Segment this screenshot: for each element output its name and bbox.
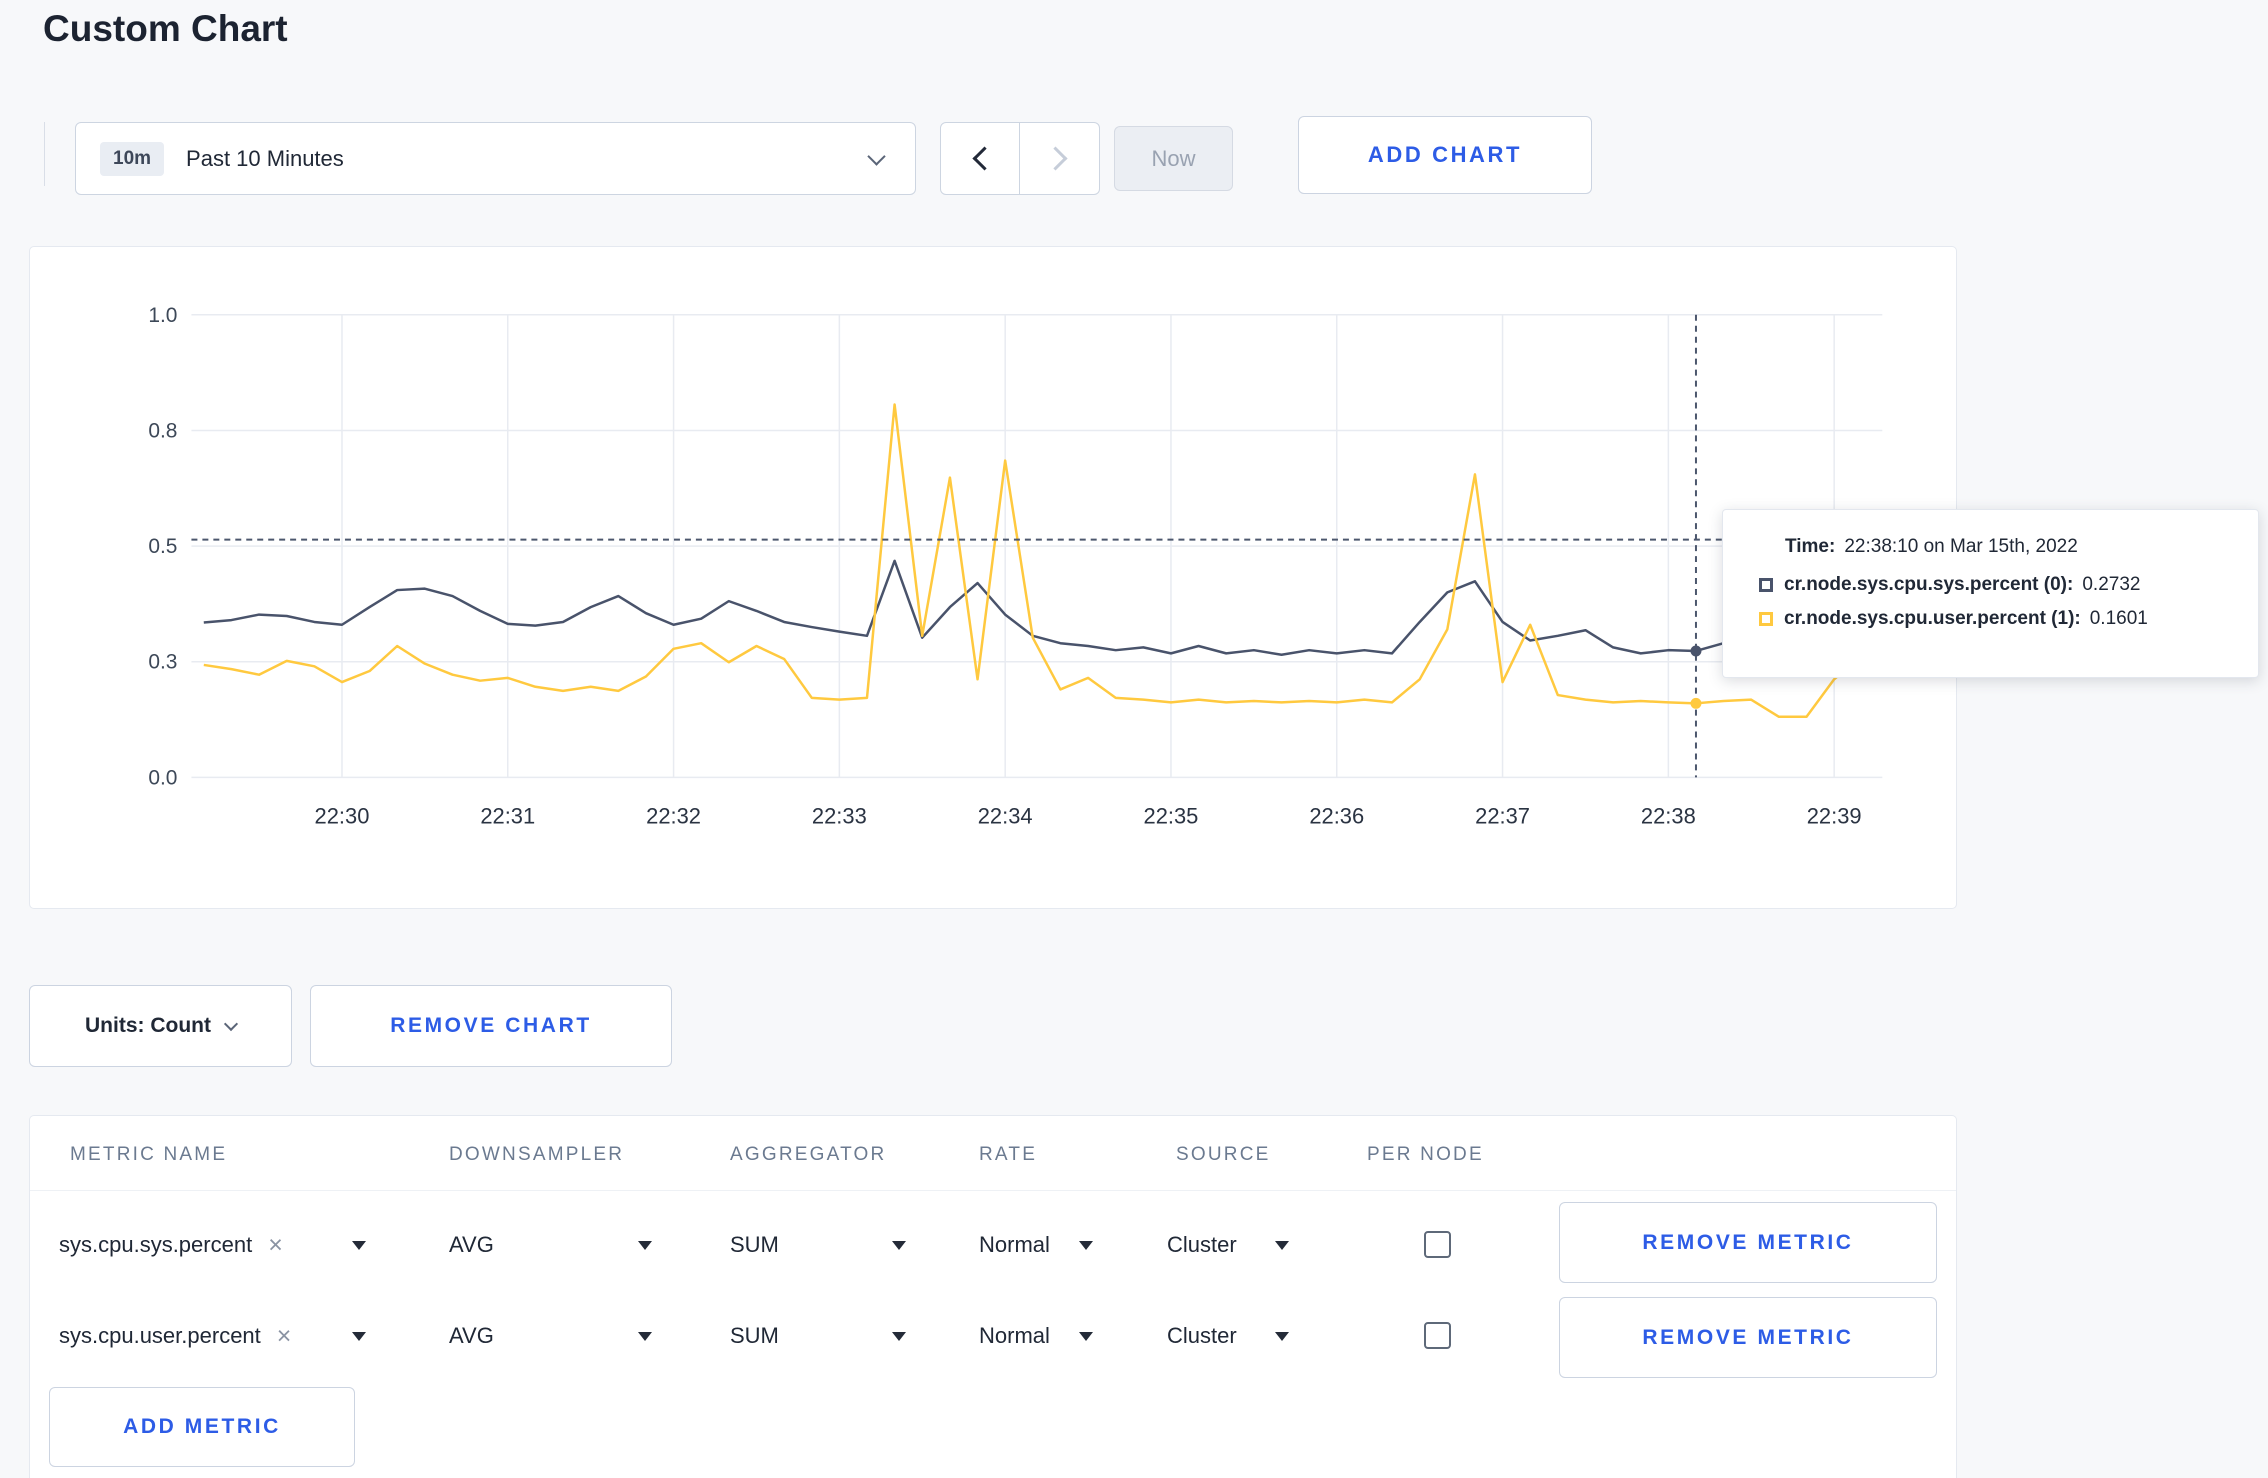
tooltip-time-value: 22:38:10 on Mar 15th, 2022 [1844, 536, 2078, 557]
svg-text:22:37: 22:37 [1475, 803, 1530, 828]
add-chart-button[interactable]: ADD CHART [1298, 116, 1592, 194]
chevron-down-icon [223, 1016, 239, 1031]
svg-text:1.0: 1.0 [148, 304, 177, 327]
svg-text:22:31: 22:31 [480, 803, 535, 828]
prev-timeframe-button[interactable] [940, 122, 1020, 195]
series-swatch-icon [1759, 612, 1773, 626]
table-row: sys.cpu.user.percent × AVG SUM Normal Cl… [30, 1297, 1956, 1378]
timeframe-label: Past 10 Minutes [186, 145, 344, 171]
caret-down-icon[interactable] [892, 1241, 906, 1250]
downsampler-select[interactable]: AVG [449, 1210, 494, 1280]
column-header-per-node: PER NODE [1367, 1144, 1484, 1165]
svg-text:22:30: 22:30 [315, 803, 370, 828]
downsampler-select[interactable]: AVG [449, 1301, 494, 1371]
series-label: cr.node.sys.cpu.user.percent (1): [1784, 608, 2081, 629]
column-header-downsampler: DOWNSAMPLER [449, 1144, 625, 1165]
aggregator-select[interactable]: SUM [730, 1210, 779, 1280]
now-button[interactable]: Now [1114, 126, 1233, 191]
tooltip-series-row: cr.node.sys.cpu.user.percent (1): 0.1601 [1759, 608, 2258, 630]
caret-down-icon[interactable] [1079, 1332, 1093, 1341]
chevron-down-icon [867, 147, 886, 166]
caret-down-icon[interactable] [638, 1332, 652, 1341]
add-metric-button[interactable]: ADD METRIC [49, 1387, 355, 1467]
caret-down-icon[interactable] [352, 1241, 366, 1250]
per-node-checkbox[interactable] [1424, 1231, 1451, 1258]
svg-text:22:38: 22:38 [1641, 803, 1696, 828]
remove-metric-button[interactable]: REMOVE METRIC [1559, 1202, 1937, 1283]
caret-down-icon[interactable] [638, 1241, 652, 1250]
svg-text:22:35: 22:35 [1144, 803, 1199, 828]
divider [30, 1190, 1956, 1191]
page-title: Custom Chart [43, 8, 288, 49]
column-header-source: SOURCE [1176, 1144, 1271, 1165]
svg-text:22:36: 22:36 [1309, 803, 1364, 828]
table-row: sys.cpu.sys.percent × AVG SUM Normal Clu… [30, 1202, 1956, 1283]
metrics-chart[interactable]: 0.0 0.3 0.5 0.8 1.0 22:30 22:31 22:32 22:33 22:34… [30, 247, 1956, 908]
column-header-metric-name: METRIC NAME [70, 1144, 228, 1165]
metric-name-select[interactable]: sys.cpu.user.percent × [59, 1301, 291, 1371]
remove-chart-button[interactable]: REMOVE CHART [310, 985, 672, 1067]
next-timeframe-button[interactable] [1020, 122, 1100, 195]
chart-card: 0.0 0.3 0.5 0.8 1.0 22:30 22:31 22:32 22:33 22:34… [29, 246, 1957, 909]
svg-text:22:32: 22:32 [646, 803, 701, 828]
timeframe-badge: 10m [100, 141, 165, 176]
divider [44, 122, 45, 186]
clear-icon[interactable]: × [268, 1232, 283, 1258]
tooltip-time-label: Time: [1785, 536, 1836, 557]
per-node-checkbox[interactable] [1424, 1322, 1451, 1349]
aggregator-select[interactable]: SUM [730, 1301, 779, 1371]
caret-down-icon[interactable] [1275, 1332, 1289, 1341]
units-label: Units: Count [85, 1014, 211, 1037]
svg-text:22:34: 22:34 [978, 803, 1033, 828]
tooltip-series-row: cr.node.sys.cpu.sys.percent (0): 0.2732 [1759, 574, 2258, 596]
metrics-table: METRIC NAME DOWNSAMPLER AGGREGATOR RATE … [29, 1115, 1957, 1478]
metric-name: sys.cpu.user.percent [59, 1323, 261, 1348]
remove-metric-button[interactable]: REMOVE METRIC [1559, 1297, 1937, 1378]
series-label: cr.node.sys.cpu.sys.percent (0): [1784, 574, 2074, 595]
chart-tooltip: Time: 22:38:10 on Mar 15th, 2022 cr.node.… [1722, 509, 2259, 678]
caret-down-icon[interactable] [352, 1332, 366, 1341]
metric-name: sys.cpu.sys.percent [59, 1232, 253, 1257]
units-dropdown[interactable]: Units: Count [29, 985, 292, 1067]
metric-name-select[interactable]: sys.cpu.sys.percent × [59, 1210, 283, 1280]
svg-text:0.0: 0.0 [148, 766, 177, 789]
svg-text:0.3: 0.3 [148, 651, 177, 674]
tooltip-time: Time: 22:38:10 on Mar 15th, 2022 [1785, 536, 2258, 558]
svg-text:0.5: 0.5 [148, 535, 177, 558]
column-header-aggregator: AGGREGATOR [730, 1144, 887, 1165]
column-header-rate: RATE [979, 1144, 1038, 1165]
rate-select[interactable]: Normal [979, 1301, 1050, 1371]
caret-down-icon[interactable] [1275, 1241, 1289, 1250]
timeframe-dropdown[interactable]: 10m Past 10 Minutes [75, 122, 916, 195]
source-select[interactable]: Cluster [1167, 1210, 1237, 1280]
source-select[interactable]: Cluster [1167, 1301, 1237, 1371]
svg-text:22:33: 22:33 [812, 803, 867, 828]
custom-chart-page: Custom Chart 10m Past 10 Minutes Now ADD… [0, 0, 2268, 1478]
caret-down-icon[interactable] [892, 1332, 906, 1341]
svg-text:22:39: 22:39 [1807, 803, 1862, 828]
rate-select[interactable]: Normal [979, 1210, 1050, 1280]
series-value: 0.1601 [2089, 608, 2148, 629]
timeframe-arrows [940, 122, 1100, 195]
chevron-right-icon [1043, 146, 1068, 171]
svg-text:0.8: 0.8 [148, 419, 177, 442]
caret-down-icon[interactable] [1079, 1241, 1093, 1250]
series-value: 0.2732 [2082, 574, 2141, 595]
clear-icon[interactable]: × [277, 1323, 292, 1349]
chevron-left-icon [971, 146, 997, 171]
series-swatch-icon [1759, 578, 1773, 592]
